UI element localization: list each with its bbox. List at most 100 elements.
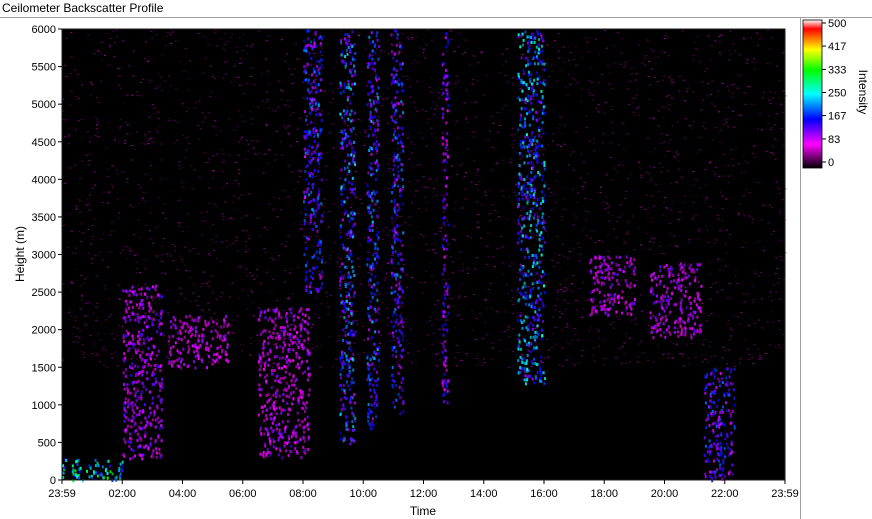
background-noise [268,83,271,85]
background-noise [651,68,654,70]
background-noise [197,253,200,255]
background-noise [246,274,249,276]
background-noise [772,322,775,323]
background-noise [698,229,701,231]
heatmap-cell [304,417,306,421]
heatmap-cell [127,306,130,310]
background-noise [716,291,719,293]
background-noise [623,149,626,151]
background-noise [547,356,550,358]
heatmap-cell [285,312,288,315]
background-noise [314,52,317,54]
heatmap-cell [262,342,265,346]
background-noise [777,344,780,346]
background-noise [185,270,188,271]
background-noise [271,109,274,111]
background-noise [272,362,275,364]
background-noise [375,152,378,154]
background-noise [550,65,553,66]
heatmap-cell [286,419,289,423]
background-noise [531,98,534,100]
background-noise [315,297,318,299]
background-noise [518,137,521,139]
background-noise [336,144,339,146]
heatmap-cell [294,325,297,328]
heatmap-cell [348,331,351,335]
heatmap-cell [401,244,404,247]
heatmap-cell [288,372,291,376]
background-noise [738,74,740,76]
background-noise [443,211,446,213]
background-noise [645,55,648,57]
background-noise [309,228,312,230]
background-noise [448,278,451,280]
background-noise [661,253,664,255]
background-noise [232,242,235,244]
heatmap-cell [370,291,373,295]
background-noise [335,62,338,63]
background-noise [391,254,394,256]
background-noise [429,319,432,321]
background-noise [416,81,419,83]
background-noise [651,195,654,197]
background-noise [779,255,782,257]
heatmap-cell [266,451,269,455]
heatmap-cell [369,264,371,268]
background-noise [576,242,579,244]
heatmap-cell [348,139,351,143]
heatmap-cell [401,202,404,206]
background-noise [211,292,214,294]
heatmap-cell [140,333,143,337]
background-noise [387,317,390,319]
background-noise [579,253,582,255]
heatmap-cell [378,101,381,105]
background-noise [185,149,187,151]
heatmap-cell [313,267,315,271]
background-noise [498,351,501,353]
background-noise [456,345,459,347]
background-noise [87,164,90,166]
heatmap-cell [372,383,375,387]
heatmap-cell [345,354,348,358]
background-noise [385,227,388,229]
background-noise [681,354,684,356]
heatmap-cell [349,113,351,116]
background-noise [507,349,510,351]
background-noise [606,174,609,176]
heatmap-cell [278,406,281,410]
background-noise [680,176,683,178]
background-noise [761,129,763,131]
background-noise [571,339,574,341]
heatmap-cell [527,70,530,74]
heatmap-cell [396,238,399,242]
background-noise [540,136,543,138]
background-noise [298,171,301,173]
heatmap-cell [306,96,309,100]
background-noise [283,338,286,340]
heatmap-cell [441,63,444,67]
background-noise [236,250,239,252]
background-noise [739,323,742,325]
heatmap-cell [131,285,134,289]
heatmap-cell [267,341,270,345]
background-noise [610,142,613,144]
heatmap-cell [310,101,313,105]
heatmap-cell [342,276,345,280]
background-noise [125,246,128,248]
heatmap-cell [301,390,304,394]
background-noise [759,35,762,37]
background-noise [331,91,334,93]
background-noise [553,252,556,253]
background-noise [169,34,172,36]
background-noise [421,292,424,294]
heatmap-cell [348,86,351,90]
heatmap-cell [284,430,287,434]
heatmap-cell [319,248,322,252]
background-noise [649,180,652,182]
background-noise [419,47,422,49]
background-noise [241,289,244,291]
heatmap-cell [398,329,401,333]
heatmap-cell [395,213,398,217]
background-noise [463,52,466,53]
heatmap-cell [371,295,374,299]
